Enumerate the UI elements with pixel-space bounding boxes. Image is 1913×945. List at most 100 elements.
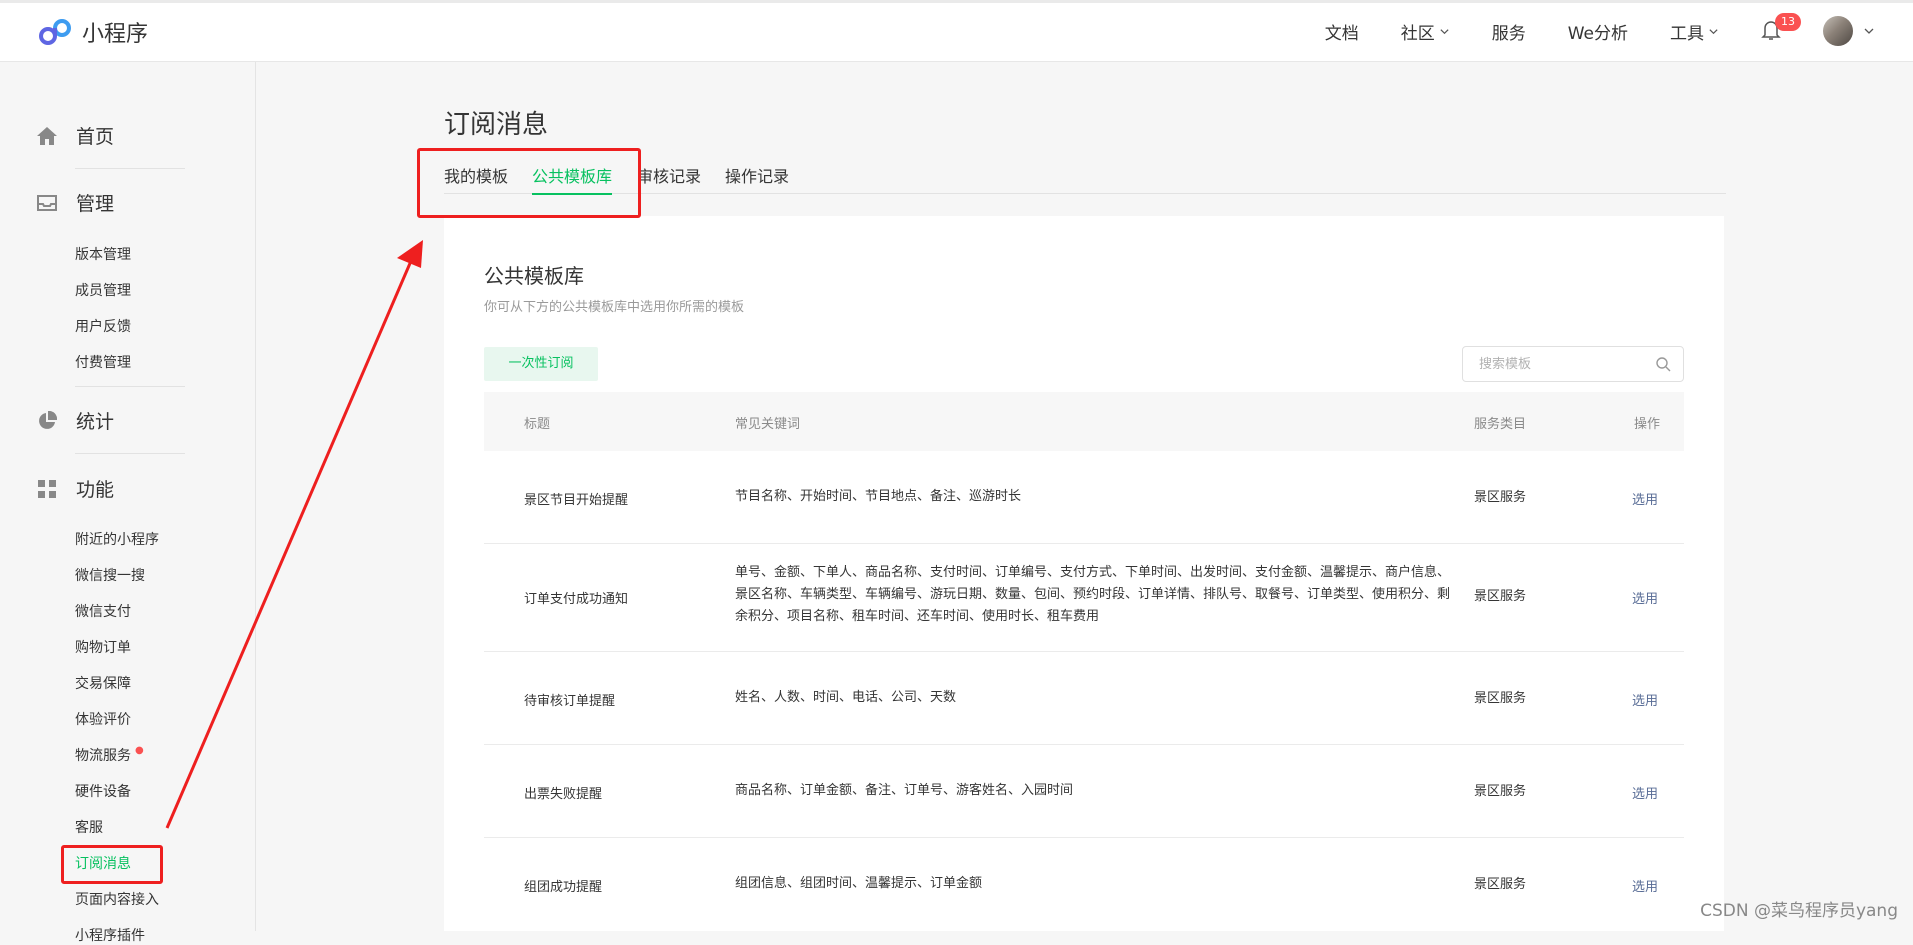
logo[interactable]: 小程序 <box>38 16 148 48</box>
select-template-link[interactable]: 选用 <box>1632 783 1658 802</box>
search-box <box>1462 346 1684 382</box>
page-title: 订阅消息 <box>444 110 549 140</box>
nav-community[interactable]: 社区 <box>1401 19 1450 44</box>
row-title: 组团成功提醒 <box>524 880 603 895</box>
row-category: 景区服务 <box>1474 877 1527 892</box>
row-category: 景区服务 <box>1474 691 1527 706</box>
select-template-link[interactable]: 选用 <box>1632 876 1658 895</box>
select-template-link[interactable]: 选用 <box>1632 690 1658 709</box>
logo-text: 小程序 <box>82 22 149 47</box>
sidebar-item-billing[interactable]: 付费管理 <box>75 352 131 372</box>
select-template-link[interactable]: 选用 <box>1632 588 1658 607</box>
sidebar-item-wechat-pay[interactable]: 微信支付 <box>75 601 131 621</box>
grid-icon <box>36 478 58 500</box>
row-keywords: 商品名称、订单金额、备注、订单号、游客姓名、入园时间 <box>735 783 1074 798</box>
nav-we-analysis-label: We分析 <box>1567 23 1628 44</box>
template-library-card: 公共模板库 你可从下方的公共模板库中选用你所需的模板 一次性订阅 标题 常见关键… <box>444 216 1724 931</box>
tab-review-records[interactable]: 审核记录 <box>637 163 701 193</box>
sidebar-item-hardware[interactable]: 硬件设备 <box>75 781 131 801</box>
avatar <box>1823 16 1853 46</box>
notification-badge: 13 <box>1775 13 1801 31</box>
user-menu[interactable] <box>1823 16 1875 46</box>
sidebar-item-members[interactable]: 成员管理 <box>75 280 131 300</box>
sidebar-item-feedback[interactable]: 用户反馈 <box>75 316 131 336</box>
sidebar-manage-label: 管理 <box>76 193 115 215</box>
card-title: 公共模板库 <box>484 264 584 288</box>
one-time-subscription-button[interactable]: 一次性订阅 <box>484 347 598 381</box>
nav-services[interactable]: 服务 <box>1492 19 1526 44</box>
sidebar-divider <box>75 453 185 454</box>
home-icon <box>36 125 58 147</box>
table-row: 订单支付成功通知 单号、金额、下单人、商品名称、支付时间、订单编号、支付方式、下… <box>484 544 1684 652</box>
chevron-down-icon <box>1864 28 1874 34</box>
new-dot: ● <box>135 745 144 756</box>
sidebar-item-version[interactable]: 版本管理 <box>75 244 131 264</box>
sidebar-item-reviews[interactable]: 体验评价 <box>75 709 131 729</box>
sidebar-divider <box>75 386 185 387</box>
row-category: 景区服务 <box>1474 490 1527 505</box>
nav-tools[interactable]: 工具 <box>1670 19 1719 44</box>
row-keywords: 单号、金额、下单人、商品名称、支付时间、订单编号、支付方式、下单时间、出发时间、… <box>735 565 1451 624</box>
card-description: 你可从下方的公共模板库中选用你所需的模板 <box>484 300 745 315</box>
row-category: 景区服务 <box>1474 589 1527 604</box>
sidebar-item-wechat-search[interactable]: 微信搜一搜 <box>75 565 145 585</box>
table-row: 组团成功提醒 组团信息、组团时间、温馨提示、订单金额 景区服务 选用 <box>484 838 1684 931</box>
nav-docs[interactable]: 文档 <box>1325 19 1359 44</box>
sidebar-home-label: 首页 <box>76 126 115 148</box>
row-category: 景区服务 <box>1474 784 1527 799</box>
sidebar-divider <box>75 168 185 169</box>
sidebar-item-customer-service[interactable]: 客服 <box>75 817 103 837</box>
sidebar-item-orders[interactable]: 购物订单 <box>75 637 131 657</box>
notification-button[interactable]: 13 <box>1761 13 1801 43</box>
nav-services-label: 服务 <box>1491 23 1526 44</box>
tab-my-templates[interactable]: 我的模板 <box>444 163 508 193</box>
row-title: 出票失败提醒 <box>524 787 603 802</box>
nav-community-label: 社区 <box>1400 23 1435 44</box>
nav-docs-label: 文档 <box>1324 23 1359 44</box>
chevron-down-icon <box>1440 28 1449 34</box>
row-title: 待审核订单提醒 <box>524 694 616 709</box>
watermark: CSDN @菜鸟程序员yang <box>1700 901 1898 921</box>
select-template-link[interactable]: 选用 <box>1632 489 1658 508</box>
miniprogram-logo-icon <box>39 19 71 45</box>
sidebar-item-nearby[interactable]: 附近的小程序 <box>75 529 159 549</box>
tab-public-library[interactable]: 公共模板库 <box>532 163 613 195</box>
top-header: 小程序 文档 社区 服务 We分析 工具 13 <box>0 0 1913 62</box>
sidebar-item-trade-guarantee[interactable]: 交易保障 <box>75 673 131 693</box>
sidebar-item-subscription[interactable]: 订阅消息 <box>75 853 131 873</box>
pie-chart-icon <box>36 410 58 432</box>
sidebar-stats-label: 统计 <box>76 411 115 433</box>
sidebar-item-plugins[interactable]: 小程序插件 <box>75 925 145 945</box>
sidebar-item-page-content[interactable]: 页面内容接入 <box>75 889 159 909</box>
sidebar: 首页 管理 版本管理 成员管理 用户反馈 付费管理 统计 功能 附近的小程序 微… <box>0 62 256 944</box>
table-header: 标题 常见关键词 服务类目 操作 <box>484 392 1684 451</box>
sidebar-item-logistics[interactable]: 物流服务 ● <box>75 745 144 765</box>
sidebar-features[interactable]: 功能 <box>36 475 114 502</box>
table-row: 待审核订单提醒 姓名、人数、时间、电话、公司、天数 景区服务 选用 <box>484 652 1684 745</box>
chevron-down-icon <box>1709 28 1718 34</box>
column-header-action: 操作 <box>1634 417 1661 432</box>
nav-we-analysis[interactable]: We分析 <box>1568 19 1628 44</box>
column-header-category: 服务类目 <box>1474 417 1527 432</box>
top-nav: 文档 社区 服务 We分析 工具 13 <box>1325 0 1913 62</box>
column-header-title: 标题 <box>524 417 551 432</box>
sidebar-manage[interactable]: 管理 <box>36 189 114 216</box>
sidebar-item-logistics-label: 物流服务 <box>75 748 131 764</box>
table-row: 景区节目开始提醒 节目名称、开始时间、节目地点、备注、巡游时长 景区服务 选用 <box>484 451 1684 544</box>
row-keywords: 节目名称、开始时间、节目地点、备注、巡游时长 <box>735 489 1022 504</box>
row-title: 订单支付成功通知 <box>524 592 629 607</box>
inbox-icon <box>36 192 58 214</box>
tab-operation-records[interactable]: 操作记录 <box>725 163 789 193</box>
row-keywords: 姓名、人数、时间、电话、公司、天数 <box>735 690 957 705</box>
row-keywords: 组团信息、组团时间、温馨提示、订单金额 <box>735 876 983 891</box>
sidebar-features-label: 功能 <box>76 479 115 501</box>
table-row: 出票失败提醒 商品名称、订单金额、备注、订单号、游客姓名、入园时间 景区服务 选… <box>484 745 1684 838</box>
search-input[interactable] <box>1463 346 1655 382</box>
sidebar-stats[interactable]: 统计 <box>36 407 114 434</box>
nav-tools-label: 工具 <box>1670 23 1704 44</box>
search-icon[interactable] <box>1655 356 1671 372</box>
row-title: 景区节目开始提醒 <box>524 493 629 508</box>
sidebar-home[interactable]: 首页 <box>36 122 114 149</box>
tab-bar: 我的模板 公共模板库 审核记录 操作记录 <box>444 163 1726 195</box>
column-header-keywords: 常见关键词 <box>735 417 801 432</box>
